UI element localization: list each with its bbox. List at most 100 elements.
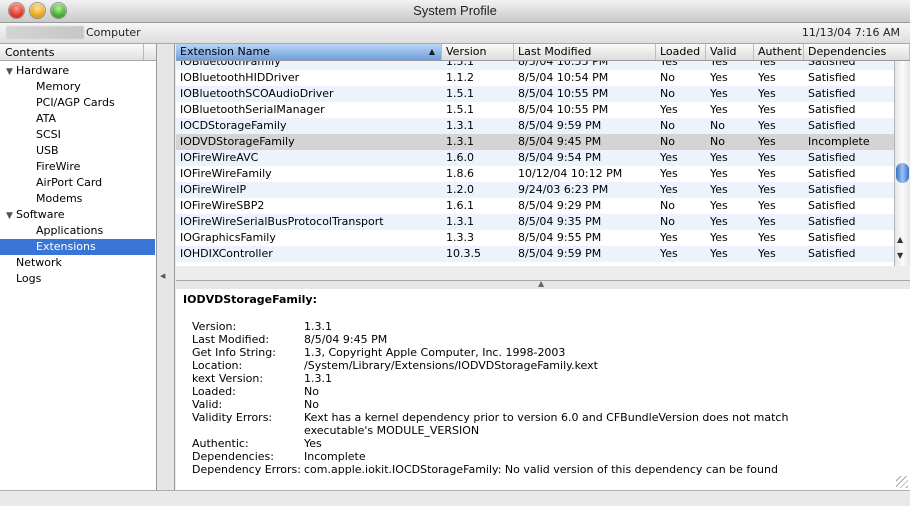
table-cell: Yes xyxy=(758,135,776,148)
extensions-table: Extension Name ▲ Version Last Modified Loade… xyxy=(176,44,910,266)
scroll-thumb[interactable] xyxy=(896,163,909,183)
date-time: 11/13/04 7:16 AM xyxy=(801,26,900,39)
table-cell: Satisfied xyxy=(808,183,856,196)
detail-value: Yes xyxy=(304,437,322,450)
contents-column-header[interactable]: Contents xyxy=(0,44,156,61)
table-cell: Satisfied xyxy=(808,247,856,260)
scroll-up-arrow-icon[interactable]: ▲ xyxy=(897,235,903,244)
table-cell: Yes xyxy=(758,151,776,164)
table-cell: Yes xyxy=(758,61,776,68)
detail-value: 1.3, Copyright Apple Computer, Inc. 1998… xyxy=(304,346,566,359)
column-header-authent[interactable]: Authent xyxy=(754,44,804,60)
sidebar-item-applications[interactable]: Applications xyxy=(0,223,155,239)
sidebar-item-label: Memory xyxy=(36,80,81,93)
table-row[interactable]: IOFireWireSerialBusProtocolTransport 1.3.… xyxy=(176,214,894,230)
table-cell: Yes xyxy=(660,103,678,116)
table-cell: Yes xyxy=(710,61,728,68)
table-row[interactable]: IOHDIXController 10.3.5 8/5/04 9:59 PM Yes Y… xyxy=(176,246,894,262)
table-row[interactable]: IOBluetoothHIDDriver 1.1.2 8/5/04 10:54 PM… xyxy=(176,70,894,86)
scroll-down-arrow-icon[interactable]: ▼ xyxy=(897,251,903,260)
table-cell: Yes xyxy=(758,183,776,196)
sidebar-item-modems[interactable]: Modems xyxy=(0,191,155,207)
detail-label: Location: xyxy=(192,359,243,372)
table-cell: Yes xyxy=(710,151,728,164)
table-cell: Yes xyxy=(660,61,678,68)
column-header-version[interactable]: Version xyxy=(442,44,514,60)
table-cell: Satisfied xyxy=(808,119,856,132)
table-cell: Yes xyxy=(710,199,728,212)
info-bar: Computer 11/13/04 7:16 AM xyxy=(0,23,910,44)
sidebar-item-software[interactable]: ▼ Software xyxy=(0,207,155,223)
contents-header-label: Contents xyxy=(5,46,55,59)
detail-label: Loaded: xyxy=(192,385,236,398)
table-cell: IOFireWireAVC xyxy=(180,151,259,164)
table-cell: IOCDStorageFamily xyxy=(180,119,287,132)
table-cell: 1.3.1 xyxy=(446,215,474,228)
table-cell: Satisfied xyxy=(808,167,856,180)
sidebar-item-label: USB xyxy=(36,144,59,157)
column-divider xyxy=(143,44,144,60)
sidebar-item-firewire[interactable]: FireWire xyxy=(0,159,155,175)
sidebar-item-pci-agp-cards[interactable]: PCI/AGP Cards xyxy=(0,95,155,111)
disclosure-triangle-icon[interactable]: ▼ xyxy=(6,208,16,224)
detail-value: 1.3.1 xyxy=(304,372,332,385)
table-row[interactable]: IOCDStorageFamily 1.3.1 8/5/04 9:59 PM No No… xyxy=(176,118,894,134)
table-row[interactable]: IOBluetoothSerialManager 1.5.1 8/5/04 10:5… xyxy=(176,102,894,118)
sidebar-item-airport-card[interactable]: AirPort Card xyxy=(0,175,155,191)
table-row[interactable]: IOFireWireSBP2 1.6.1 8/5/04 9:29 PM No Yes Ye… xyxy=(176,198,894,214)
table-cell: Yes xyxy=(758,103,776,116)
column-header-loaded[interactable]: Loaded xyxy=(656,44,706,60)
table-row[interactable]: IOFireWireFamily 1.8.6 10/12/04 10:12 PM Ye… xyxy=(176,166,894,182)
table-cell: No xyxy=(710,135,725,148)
table-body: IOBluetoothFamily 1.5.1 8/5/04 10:55 PM Yes… xyxy=(176,61,894,266)
table-cell: Yes xyxy=(758,71,776,84)
sidebar-item-network[interactable]: Network xyxy=(0,255,155,271)
table-cell: 8/5/04 10:55 PM xyxy=(518,61,609,68)
column-header-dependencies[interactable]: Dependencies xyxy=(804,44,910,60)
sidebar-item-label: PCI/AGP Cards xyxy=(36,96,115,109)
disclosure-triangle-icon[interactable]: ▼ xyxy=(6,64,16,80)
column-header-label: Loaded xyxy=(660,45,701,58)
table-cell: Satisfied xyxy=(808,61,856,68)
sidebar-item-label: Software xyxy=(16,208,65,221)
table-cell: No xyxy=(660,119,675,132)
table-cell: Yes xyxy=(710,87,728,100)
resize-grip-icon[interactable] xyxy=(896,476,908,488)
sidebar-item-extensions[interactable]: Extensions xyxy=(0,239,155,255)
table-row[interactable]: IOBluetoothSCOAudioDriver 1.5.1 8/5/04 10:… xyxy=(176,86,894,102)
title-bar[interactable]: System Profile xyxy=(0,0,910,23)
table-row[interactable]: IOFireWireIP 1.2.0 9/24/03 6:23 PM Yes Yes Ye… xyxy=(176,182,894,198)
table-cell: Yes xyxy=(758,167,776,180)
sidebar-item-ata[interactable]: ATA xyxy=(0,111,155,127)
table-cell: 1.6.1 xyxy=(446,199,474,212)
column-header-valid[interactable]: Valid xyxy=(706,44,754,60)
table-row[interactable]: IOBluetoothFamily 1.5.1 8/5/04 10:55 PM Yes… xyxy=(176,61,894,70)
detail-value: No xyxy=(304,385,319,398)
table-cell: Satisfied xyxy=(808,231,856,244)
table-scrollbar[interactable]: ▲ ▼ xyxy=(894,61,910,266)
table-cell: Satisfied xyxy=(808,103,856,116)
sidebar-item-scsi[interactable]: SCSI xyxy=(0,127,155,143)
sidebar-item-logs[interactable]: Logs xyxy=(0,271,155,287)
sidebar-item-hardware[interactable]: ▼ Hardware xyxy=(0,63,155,79)
table-cell: IOBluetoothSCOAudioDriver xyxy=(180,87,334,100)
table-cell: Yes xyxy=(710,247,728,260)
window-title: System Profile xyxy=(413,3,497,18)
column-header-last-modified[interactable]: Last Modified xyxy=(514,44,656,60)
sidebar-item-label: FireWire xyxy=(36,160,81,173)
table-cell: 8/5/04 10:55 PM xyxy=(518,87,609,100)
table-cell: IOHDIXController xyxy=(180,247,273,260)
detail-value: Incomplete xyxy=(304,450,366,463)
table-cell: IOFireWireFamily xyxy=(180,167,272,180)
table-row[interactable]: IOGraphicsFamily 1.3.3 8/5/04 9:55 PM Yes Ye… xyxy=(176,230,894,246)
vertical-splitter[interactable]: ◀ xyxy=(157,44,175,490)
table-cell: Yes xyxy=(660,231,678,244)
table-row[interactable]: IOFireWireAVC 1.6.0 8/5/04 9:54 PM Yes Yes Ye… xyxy=(176,150,894,166)
table-row[interactable]: IODVDStorageFamily 1.3.1 8/5/04 9:45 PM No N… xyxy=(176,134,894,150)
table-cell: 1.5.1 xyxy=(446,103,474,116)
sidebar-item-memory[interactable]: Memory xyxy=(0,79,155,95)
column-header-extension-name[interactable]: Extension Name ▲ xyxy=(176,44,442,60)
table-cell: No xyxy=(660,215,675,228)
sidebar-item-usb[interactable]: USB xyxy=(0,143,155,159)
table-cell: 1.3.3 xyxy=(446,231,474,244)
